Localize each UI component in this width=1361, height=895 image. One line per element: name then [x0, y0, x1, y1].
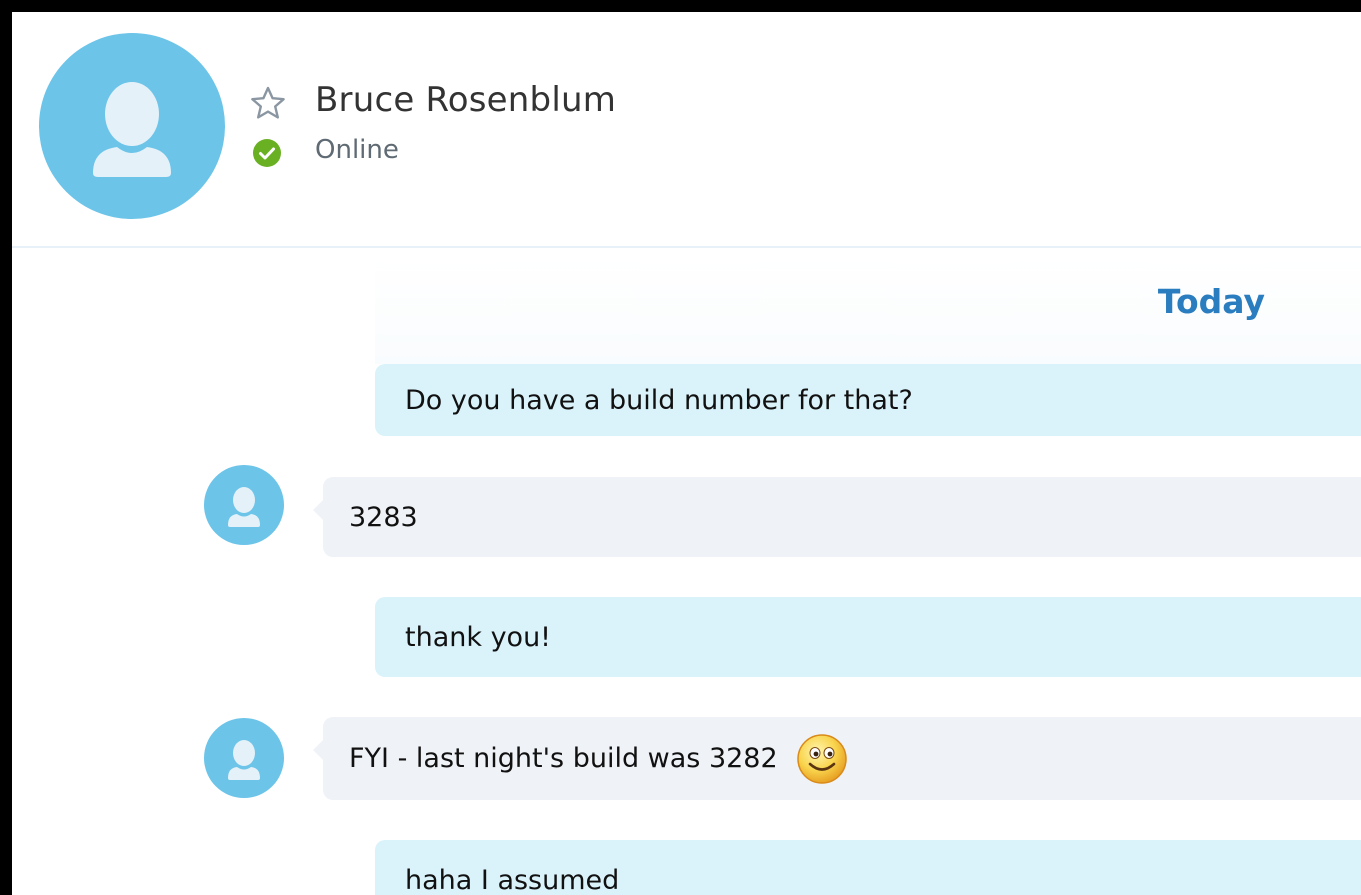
- message-text: Do you have a build number for that?: [405, 384, 913, 416]
- message-text: haha I assumed: [405, 864, 620, 895]
- date-label: Today: [1157, 282, 1265, 321]
- conversation-header: Bruce Rosenblum Online: [12, 12, 1361, 248]
- sender-avatar[interactable]: [204, 465, 284, 545]
- smile-emoji-icon: [796, 733, 848, 785]
- message-list[interactable]: Today Do you have a build number for tha…: [12, 248, 1361, 895]
- person-silhouette-icon: [93, 82, 171, 177]
- message-text: FYI - last night's build was 3282: [349, 743, 778, 774]
- message-bubble-incoming[interactable]: 3283: [313, 477, 1361, 557]
- contact-name[interactable]: Bruce Rosenblum: [315, 80, 616, 120]
- presence-status: Online: [315, 135, 399, 165]
- star-outline-icon[interactable]: [250, 86, 286, 120]
- person-silhouette-icon: [228, 487, 260, 527]
- message-text: thank you!: [405, 621, 552, 653]
- person-silhouette-icon: [228, 740, 260, 780]
- message-bubble-outgoing[interactable]: thank you!: [375, 597, 1361, 677]
- message-bubble-outgoing[interactable]: Do you have a build number for that?: [375, 364, 1361, 436]
- message-bubble-outgoing[interactable]: haha I assumed: [375, 840, 1361, 895]
- chat-window: Bruce Rosenblum Online Today Do you have…: [12, 12, 1361, 895]
- contact-avatar[interactable]: [39, 33, 225, 219]
- message-text: 3283: [349, 501, 418, 533]
- online-check-icon: [252, 138, 282, 168]
- sender-avatar[interactable]: [204, 718, 284, 798]
- message-bubble-incoming[interactable]: FYI - last night's build was 3282: [313, 717, 1361, 800]
- date-separator: Today: [375, 256, 1361, 364]
